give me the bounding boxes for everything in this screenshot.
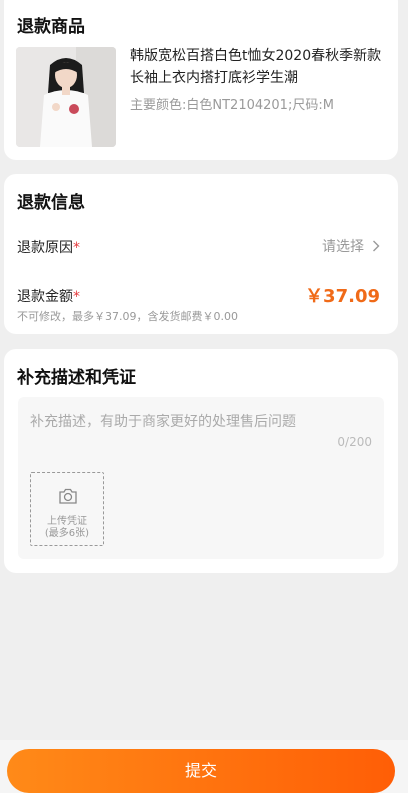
refund-product-card: 退款商品 韩版宽松百搭白色t恤女2020春秋季新款长袖上衣内搭打底衫学生潮 主要… (4, 0, 398, 160)
refund-info-title: 退款信息 (17, 193, 85, 213)
refund-amount-label: 退款金额* (17, 289, 80, 305)
chevron-right-icon (373, 240, 380, 252)
upload-label: 上传凭证 (最多6张) (31, 516, 103, 540)
refund-reason-placeholder: 请选择 (322, 239, 364, 255)
description-textarea[interactable]: 补充描述，有助于商家更好的处理售后问题 0/200 上传凭证 (最多6张) (18, 397, 384, 559)
refund-reason-label: 退款原因* (17, 240, 80, 256)
submit-button[interactable]: 提交 (7, 749, 395, 793)
refund-amount-value: ￥37.09 (305, 286, 380, 307)
product-name[interactable]: 韩版宽松百搭白色t恤女2020春秋季新款长袖上衣内搭打底衫学生潮 (130, 45, 390, 89)
required-mark: * (73, 240, 80, 256)
refund-info-card: 退款信息 退款原因* 请选择 退款金额* ￥37.09 不可修改，最多￥37.0… (4, 174, 398, 334)
product-spec: 主要颜色:白色NT2104201;尺码:M (130, 98, 334, 113)
refund-product-title: 退款商品 (17, 17, 85, 37)
description-card: 补充描述和凭证 补充描述，有助于商家更好的处理售后问题 0/200 上传凭证 (… (4, 349, 398, 573)
product-image[interactable] (16, 47, 116, 147)
refund-amount-note: 不可修改，最多￥37.09，含发货邮费￥0.00 (17, 310, 238, 323)
description-title: 补充描述和凭证 (17, 368, 136, 388)
refund-reason-row[interactable]: 退款原因* 请选择 (4, 230, 398, 260)
description-placeholder: 补充描述，有助于商家更好的处理售后问题 (30, 414, 296, 430)
camera-icon (59, 488, 77, 504)
upload-evidence-button[interactable]: 上传凭证 (最多6张) (30, 472, 104, 546)
required-mark: * (73, 289, 80, 305)
refund-reason-select[interactable]: 请选择 (322, 236, 380, 256)
char-counter: 0/200 (337, 435, 372, 449)
upload-limit: (最多6张) (44, 528, 90, 539)
